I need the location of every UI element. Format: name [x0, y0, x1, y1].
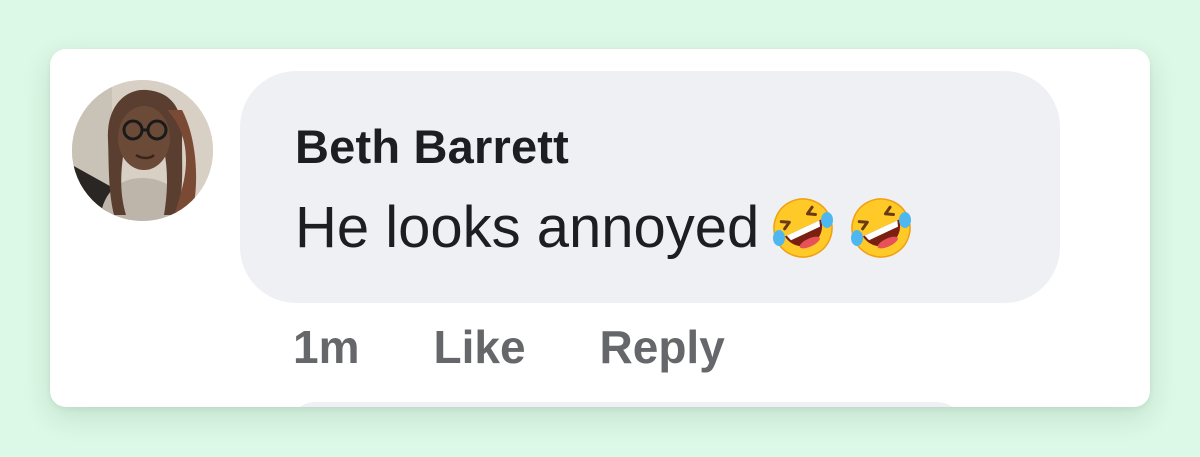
- comment-actions: 1m Like Reply: [293, 317, 725, 377]
- comment-body: He looks annoyed: [295, 193, 915, 263]
- comment-author[interactable]: Beth Barrett: [295, 119, 569, 174]
- reply-button[interactable]: Reply: [600, 320, 725, 374]
- next-comment-bubble: [286, 402, 966, 407]
- comment-timestamp[interactable]: 1m: [293, 320, 359, 374]
- like-button[interactable]: Like: [433, 320, 525, 374]
- comment-text: He looks annoyed: [295, 195, 760, 260]
- rolling-on-floor-laughing-emoji: [769, 194, 837, 262]
- comment-card: Beth Barrett He looks annoyed 1m Like Re…: [50, 49, 1150, 407]
- rolling-on-floor-laughing-emoji: [847, 194, 915, 262]
- avatar[interactable]: [72, 80, 213, 221]
- comment-bubble: Beth Barrett He looks annoyed: [240, 71, 1060, 303]
